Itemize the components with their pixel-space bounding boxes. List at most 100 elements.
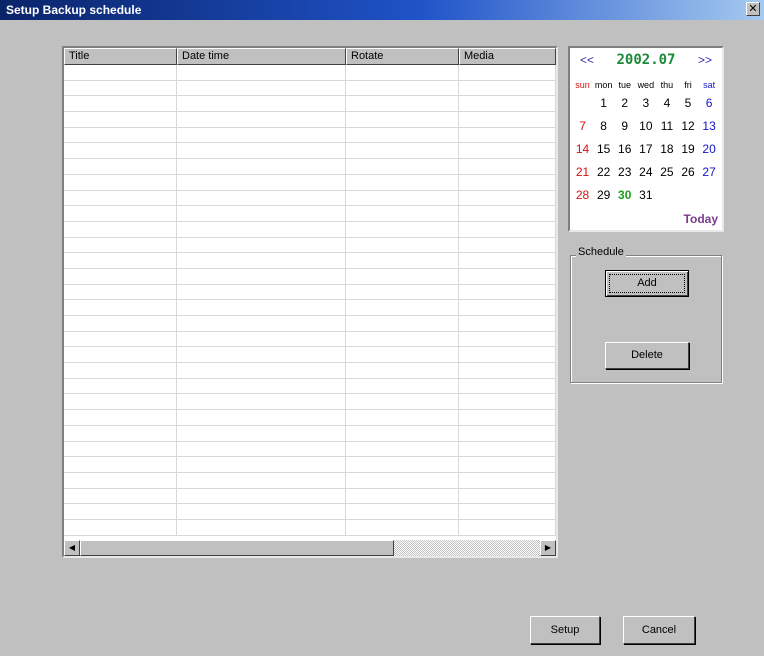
weekday-sun: sun [575,80,590,90]
add-button[interactable]: Add [605,270,689,297]
table-row[interactable] [64,253,556,269]
table-row[interactable] [64,457,556,473]
table-cell [177,112,346,127]
table-row[interactable] [64,378,556,395]
table-cell [177,488,346,504]
calendar-day[interactable]: 2 [614,92,635,115]
table-row[interactable] [64,472,556,489]
table-row[interactable] [64,127,556,144]
table-row[interactable] [64,300,556,316]
table-row[interactable] [64,80,556,97]
table-row[interactable] [64,519,556,536]
table-row[interactable] [64,488,556,505]
calendar-day[interactable]: 26 [677,161,698,184]
calendar-day[interactable]: 11 [656,115,677,138]
calendar-day[interactable]: 3 [635,92,656,115]
table-row[interactable] [64,174,556,191]
next-month-icon[interactable]: >> [698,53,712,67]
table-row[interactable] [64,331,556,348]
calendar-day[interactable]: 23 [614,161,635,184]
calendar-day[interactable]: 31 [635,184,656,207]
calendar-day[interactable]: 19 [677,138,698,161]
calendar-day[interactable]: 13 [699,115,720,138]
table-row[interactable] [64,394,556,411]
calendar-day[interactable]: 7 [572,115,593,138]
table-row[interactable] [64,190,556,207]
list-body[interactable] [64,65,556,540]
table-row[interactable] [64,316,556,332]
table-row[interactable] [64,347,556,364]
calendar-day[interactable]: 17 [635,138,656,161]
calendar-day[interactable]: 5 [677,92,698,115]
calendar-day[interactable]: 10 [635,115,656,138]
scroll-right-icon[interactable]: ▶ [540,540,556,556]
cancel-button-label: Cancel [641,624,677,636]
table-row[interactable] [64,65,556,81]
table-cell [346,363,459,378]
calendar-day[interactable]: 18 [656,138,677,161]
table-cell [459,96,556,112]
schedule-list[interactable]: Title Date time Rotate Media ◀ ▶ [62,46,558,558]
table-row[interactable] [64,363,556,379]
calendar-day[interactable]: 30 [614,184,635,207]
calendar-day[interactable]: 21 [572,161,593,184]
table-cell [346,112,459,127]
table-cell [64,378,177,394]
calendar-week: 28 29 30 31 [572,184,720,207]
list-header: Title Date time Rotate Media [64,48,556,65]
table-row[interactable] [64,504,556,520]
table-cell [346,378,459,394]
cancel-button[interactable]: Cancel [623,616,695,644]
calendar-day[interactable]: 27 [699,161,720,184]
calendar-day[interactable]: 22 [593,161,614,184]
table-row[interactable] [64,425,556,442]
table-row[interactable] [64,159,556,175]
calendar-day[interactable]: 28 [572,184,593,207]
table-cell [346,284,459,300]
delete-button[interactable]: Delete [605,342,689,369]
calendar-day[interactable]: 6 [699,92,720,115]
calendar-day[interactable]: 24 [635,161,656,184]
table-cell [346,519,459,535]
table-cell [346,300,459,315]
table-row[interactable] [64,112,556,128]
close-button[interactable]: ✕ [746,2,760,16]
table-cell [177,410,346,425]
table-cell [64,284,177,300]
table-row[interactable] [64,410,556,426]
column-header-rotate[interactable]: Rotate [346,48,459,65]
setup-button[interactable]: Setup [530,616,600,644]
calendar-day[interactable]: 20 [699,138,720,161]
calendar-day[interactable]: 9 [614,115,635,138]
horizontal-scrollbar[interactable]: ◀ ▶ [64,540,556,556]
scroll-left-icon[interactable]: ◀ [64,540,80,556]
table-cell [64,174,177,190]
calendar-day[interactable]: 1 [593,92,614,115]
table-cell [459,127,556,143]
table-row[interactable] [64,237,556,254]
scroll-thumb[interactable] [80,540,394,556]
calendar-day[interactable]: 8 [593,115,614,138]
table-row[interactable] [64,143,556,160]
table-row[interactable] [64,441,556,458]
table-row[interactable] [64,268,556,285]
table-row[interactable] [64,221,556,238]
column-header-media[interactable]: Media [459,48,556,65]
table-row[interactable] [64,206,556,222]
table-cell [177,363,346,378]
column-header-datetime[interactable]: Date time [177,48,346,65]
table-cell [64,363,177,378]
column-header-title[interactable]: Title [64,48,177,65]
calendar-day[interactable]: 25 [656,161,677,184]
today-link[interactable]: Today [684,212,718,226]
calendar-day[interactable]: 14 [572,138,593,161]
calendar-day[interactable]: 15 [593,138,614,161]
table-cell [177,284,346,300]
table-row[interactable] [64,96,556,113]
calendar-day[interactable]: 12 [677,115,698,138]
calendar-day[interactable]: 4 [656,92,677,115]
table-cell [177,378,346,394]
calendar-day[interactable]: 29 [593,184,614,207]
calendar-day[interactable]: 16 [614,138,635,161]
table-row[interactable] [64,284,556,301]
